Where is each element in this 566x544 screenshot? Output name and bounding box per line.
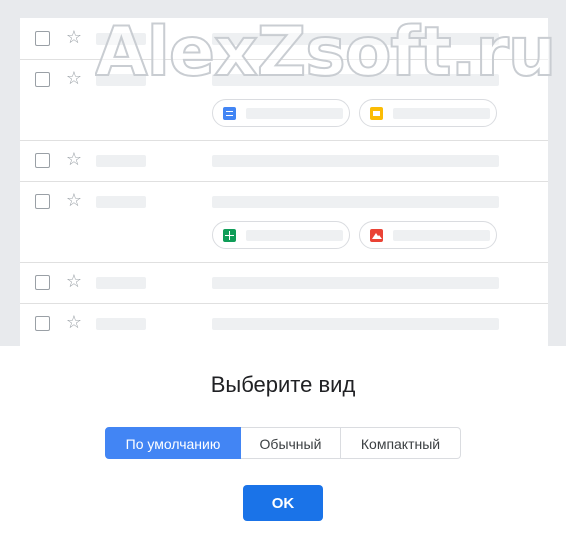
star-icon: ☆ [65,68,83,89]
checkbox-icon [35,153,50,168]
attachment-chip [212,221,350,249]
star-icon: ☆ [65,149,83,170]
star-icon: ☆ [65,190,83,211]
attachment-chip [359,99,497,127]
checkbox-icon [35,72,50,87]
attachment-name-placeholder [246,108,343,119]
attachment-name-placeholder [393,108,490,119]
star-icon: ☆ [65,271,83,292]
watermark: AlexZsoft.ru [95,12,557,93]
sender-placeholder [96,196,146,208]
sender-placeholder [96,318,146,330]
attachment-chip [212,99,350,127]
list-item: ☆ [20,303,548,346]
image-icon [370,229,383,242]
docs-icon [223,107,236,120]
density-selector: По умолчанию Обычный Компактный [105,427,461,459]
list-item: ☆ [20,262,548,304]
checkbox-icon [35,194,50,209]
density-option-compact[interactable]: Компактный [341,427,461,459]
sender-placeholder [96,155,146,167]
ok-button[interactable]: OK [243,485,323,521]
dialog-title: Выберите вид [210,372,356,397]
subject-placeholder [212,155,499,167]
attachment-name-placeholder [246,230,343,241]
star-icon: ☆ [65,312,83,333]
checkbox-icon [35,31,50,46]
sheets-icon [223,229,236,242]
layout-preview: ☆ ☆ ☆ ☆ ☆ ☆ AlexZsoft.ru [0,0,566,346]
subject-placeholder [212,277,499,289]
subject-placeholder [212,318,499,330]
list-item: ☆ [20,140,548,182]
attachment-chip [359,221,497,249]
sender-placeholder [96,277,146,289]
subject-placeholder [212,196,499,208]
attachment-name-placeholder [393,230,490,241]
checkbox-icon [35,275,50,290]
star-icon: ☆ [65,27,83,48]
slides-icon [370,107,383,120]
checkbox-icon [35,316,50,331]
list-item: ☆ [20,181,548,263]
density-option-comfortable[interactable]: Обычный [241,427,341,459]
density-option-default[interactable]: По умолчанию [105,427,241,459]
